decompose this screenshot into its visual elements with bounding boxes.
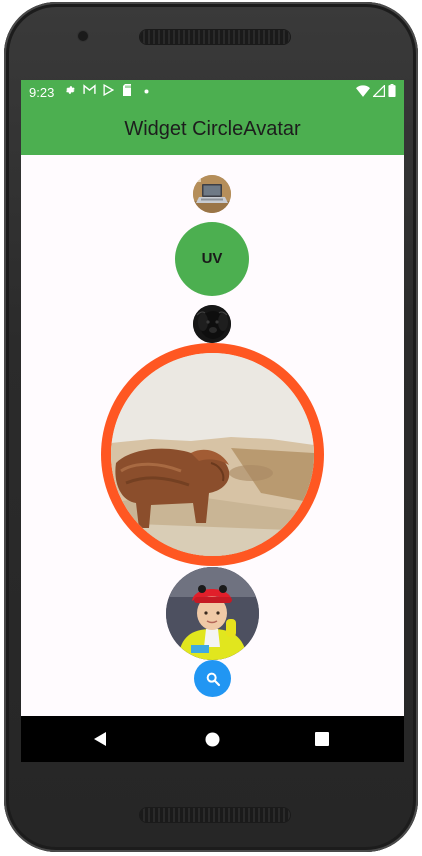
dog-avatar [193, 305, 231, 343]
sd-card-icon [120, 84, 134, 98]
search-button[interactable] [194, 660, 231, 697]
back-icon [94, 732, 106, 746]
app-bar: Widget CircleAvatar [21, 104, 404, 155]
home-icon [205, 732, 219, 746]
system-nav-bar [21, 716, 404, 762]
dot-icon [139, 84, 153, 98]
signal-icon [372, 83, 385, 100]
child-avatar [166, 567, 259, 660]
status-time: 9:23 [29, 85, 55, 100]
front-camera [78, 31, 88, 41]
app-title: Widget CircleAvatar [124, 118, 301, 140]
search-icon [206, 672, 220, 686]
back-button[interactable] [70, 716, 130, 762]
wifi-icon [356, 84, 370, 100]
initials-avatar: UV [175, 222, 249, 296]
home-button[interactable] [182, 716, 242, 762]
battery-icon [388, 84, 396, 100]
bottom-speaker-grille [140, 808, 290, 822]
top-speaker-grille [140, 30, 290, 44]
notification-icons [63, 83, 153, 98]
recents-button[interactable] [292, 716, 352, 762]
recents-icon [315, 732, 329, 746]
play-store-icon [101, 83, 115, 98]
status-bar: 9:23 [21, 80, 404, 104]
settings-icon [63, 84, 77, 98]
bordered-image-avatar [101, 343, 324, 566]
avatar-list: UV [21, 155, 404, 716]
highland-cow-image [111, 353, 314, 556]
gmail-icon [82, 84, 96, 98]
system-status-icons [356, 83, 396, 100]
device-screen: 9:23 Widget CircleAvatar UV [21, 80, 404, 762]
laptop-avatar [193, 175, 231, 213]
